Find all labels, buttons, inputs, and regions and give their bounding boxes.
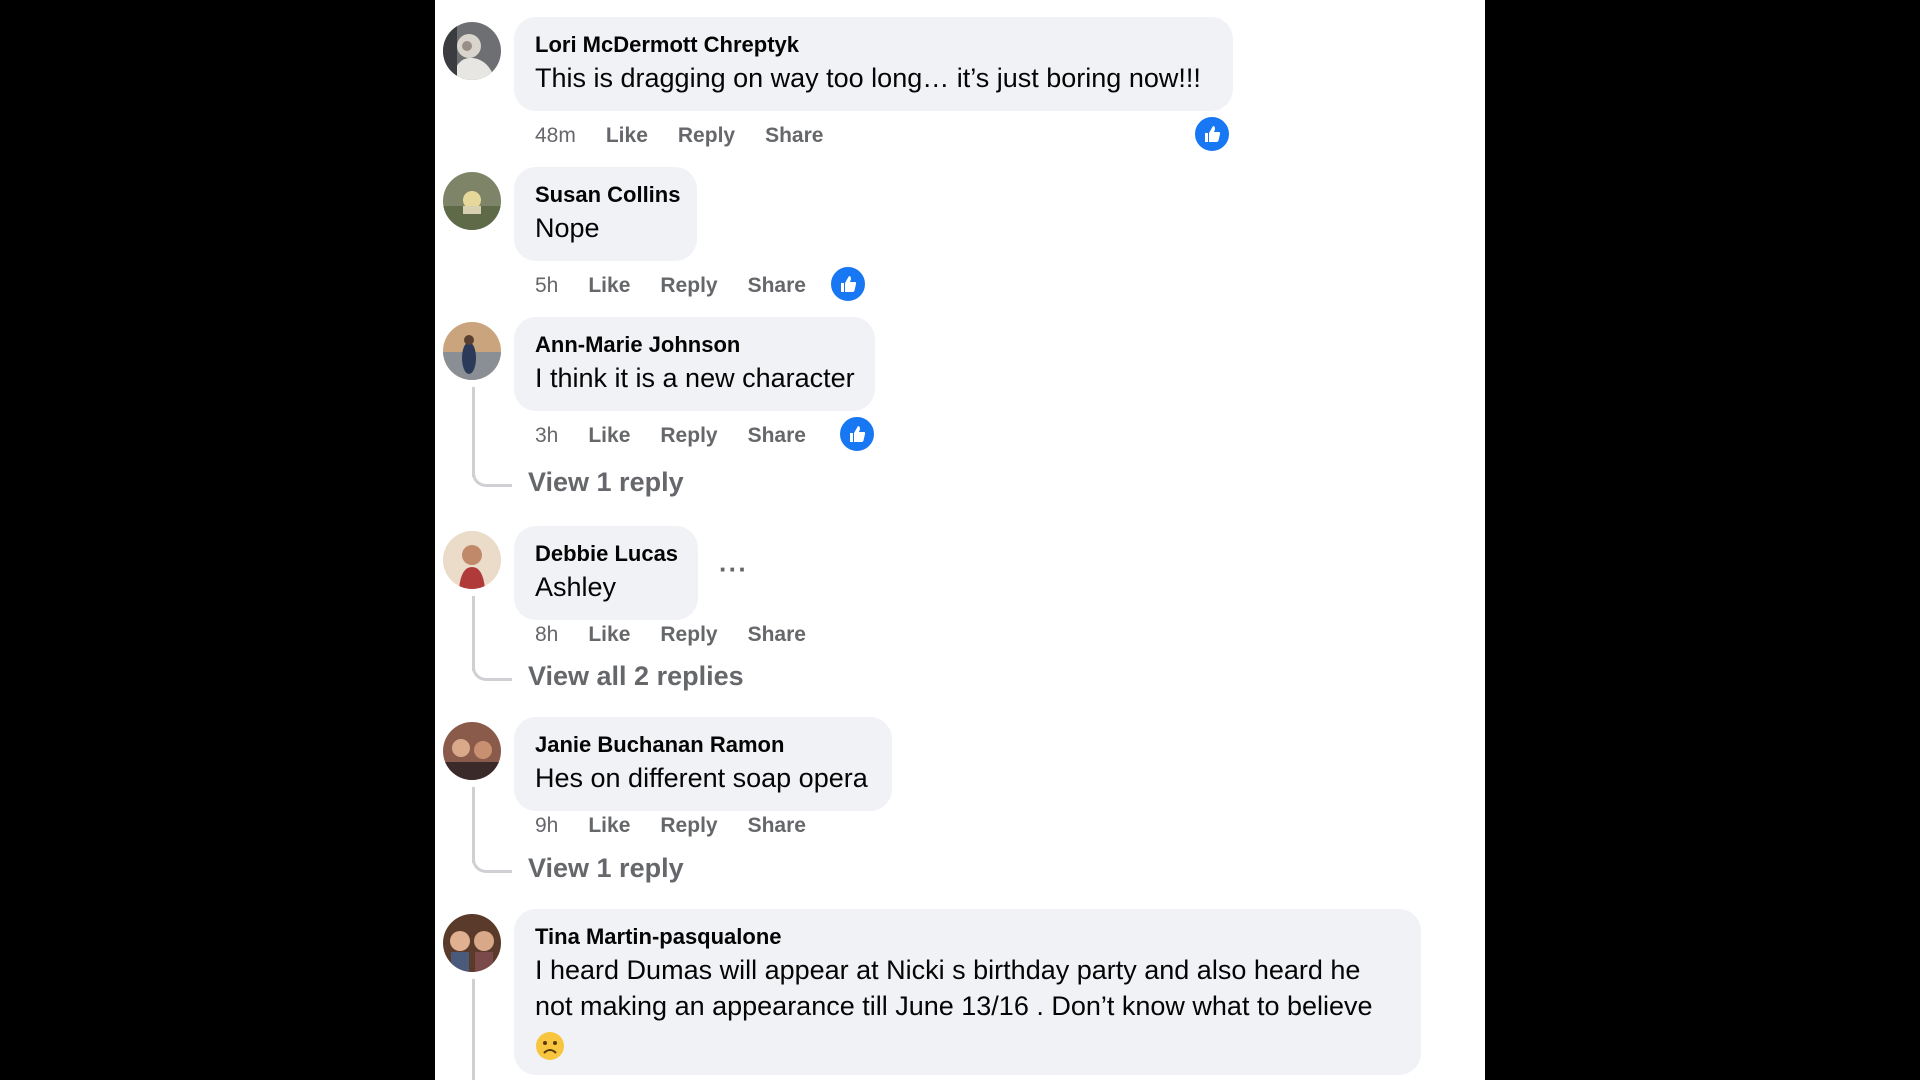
comment-bubble: Tina Martin-pasqualone I heard Dumas wil…	[514, 909, 1421, 1075]
comment-bubble: Ann-Marie Johnson I think it is a new ch…	[514, 317, 875, 411]
comment-text: I think it is a new character	[535, 363, 855, 393]
thread-line	[472, 596, 475, 671]
comment-timestamp[interactable]: 9h	[535, 814, 558, 838]
avatar[interactable]	[443, 531, 501, 589]
like-button[interactable]: Like	[588, 623, 630, 647]
comments-panel: Lori McDermott Chreptyk This is dragging…	[435, 0, 1485, 1080]
comment-author[interactable]: Susan Collins	[535, 180, 680, 210]
comment-timestamp[interactable]: 5h	[535, 274, 558, 298]
comment-timestamp[interactable]: 3h	[535, 424, 558, 448]
avatar[interactable]	[443, 172, 501, 230]
comment-text: This is dragging on way too long… it’s j…	[535, 63, 1201, 93]
comment-bubble: Janie Buchanan Ramon Hes on different so…	[514, 717, 892, 811]
avatar[interactable]	[443, 22, 501, 80]
thread-line	[472, 787, 475, 863]
reply-button[interactable]: Reply	[678, 124, 735, 148]
like-button[interactable]: Like	[606, 124, 648, 148]
more-options-icon[interactable]: ···	[719, 554, 748, 585]
like-icon[interactable]	[838, 415, 876, 453]
thread-connector	[472, 467, 512, 487]
thread-line	[472, 387, 475, 477]
comment-text: Hes on different soap opera	[535, 763, 868, 793]
avatar[interactable]	[443, 914, 501, 972]
avatar[interactable]	[443, 722, 501, 780]
comment-timestamp[interactable]: 48m	[535, 124, 576, 148]
view-replies-link[interactable]: View 1 reply	[528, 467, 684, 498]
comment-bubble: Debbie Lucas Ashley	[514, 526, 698, 620]
like-button[interactable]: Like	[588, 424, 630, 448]
comment-author[interactable]: Janie Buchanan Ramon	[535, 730, 871, 760]
comment-text: Ashley	[535, 572, 617, 602]
view-replies-link[interactable]: View 1 reply	[528, 853, 684, 884]
comment-bubble: Susan Collins Nope	[514, 167, 697, 261]
comment-text-body: I heard Dumas will appear at Nicki s bir…	[535, 955, 1373, 1021]
reply-button[interactable]: Reply	[660, 274, 717, 298]
comment-actions: 9h Like Reply Share	[535, 811, 836, 841]
comment-actions: 5h Like Reply Share	[535, 271, 836, 301]
reply-button[interactable]: Reply	[660, 814, 717, 838]
comment-actions: 8h Like Reply Share	[535, 620, 836, 650]
comment-bubble: Lori McDermott Chreptyk This is dragging…	[514, 17, 1233, 111]
share-button[interactable]: Share	[748, 623, 806, 647]
share-button[interactable]: Share	[748, 274, 806, 298]
comment-text: Nope	[535, 213, 600, 243]
comment-timestamp[interactable]: 8h	[535, 623, 558, 647]
reply-button[interactable]: Reply	[660, 424, 717, 448]
reply-button[interactable]: Reply	[660, 623, 717, 647]
share-button[interactable]: Share	[748, 814, 806, 838]
comment-author[interactable]: Tina Martin-pasqualone	[535, 922, 1400, 952]
like-icon[interactable]	[1193, 115, 1231, 153]
comment-author[interactable]: Ann-Marie Johnson	[535, 330, 854, 360]
avatar[interactable]	[443, 322, 501, 380]
comment-author[interactable]: Lori McDermott Chreptyk	[535, 30, 1212, 60]
like-button[interactable]: Like	[588, 274, 630, 298]
share-button[interactable]: Share	[748, 424, 806, 448]
frowning-face-emoji	[536, 1031, 564, 1060]
comment-actions: 3h Like Reply Share	[535, 421, 836, 451]
thread-connector	[472, 853, 512, 873]
comment-actions: 48m Like Reply Share	[535, 121, 853, 151]
comment-author[interactable]: Debbie Lucas	[535, 539, 678, 569]
like-icon[interactable]	[829, 265, 867, 303]
like-button[interactable]: Like	[588, 814, 630, 838]
thread-line	[472, 979, 475, 1080]
view-replies-link[interactable]: View all 2 replies	[528, 661, 744, 692]
thread-connector	[472, 661, 512, 681]
share-button[interactable]: Share	[765, 124, 823, 148]
comment-text: I heard Dumas will appear at Nicki s bir…	[535, 952, 1400, 1062]
